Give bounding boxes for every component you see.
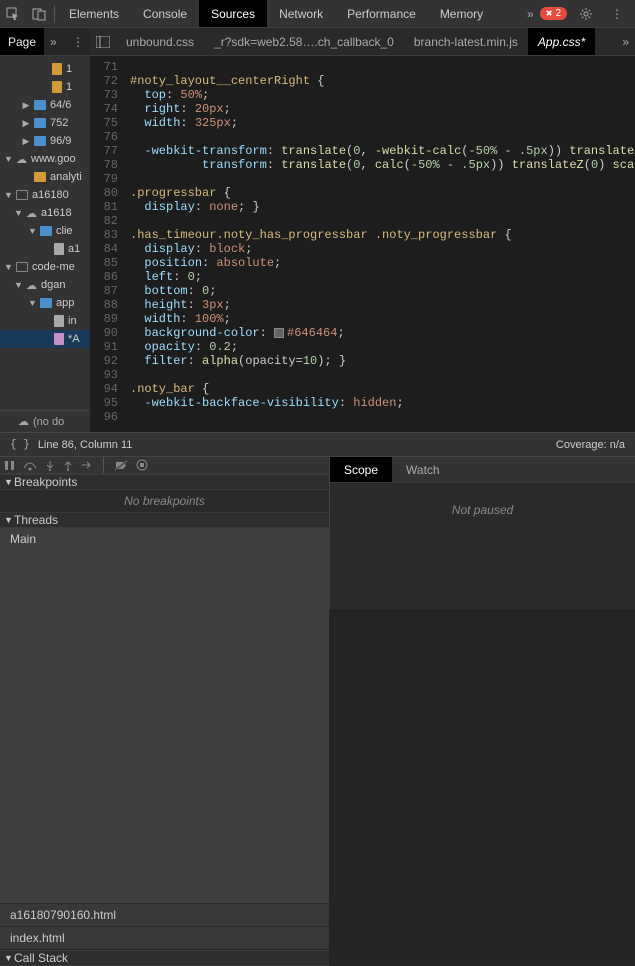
file-tabs: unbound.css_r?sdk=web2.58….ch_callback_0… (90, 28, 635, 55)
file-tab[interactable]: _r?sdk=web2.58….ch_callback_0 (204, 28, 404, 55)
panel-tab-performance[interactable]: Performance (335, 0, 428, 27)
panel-tab-console[interactable]: Console (131, 0, 199, 27)
debugger-panel: ▼ Breakpoints No breakpoints ▼ Threads M… (0, 456, 635, 609)
debugger-toolbar (0, 457, 329, 474)
tree-node[interactable]: ▼app (0, 294, 90, 312)
file-tree[interactable]: 11▶64/6▶752▶96/9▼☁www.gooanalyti▼a16180▼… (0, 56, 90, 410)
kebab-menu-icon[interactable]: ⋮ (605, 7, 629, 21)
tree-node[interactable]: ▼☁a1618 (0, 204, 90, 222)
threads-header[interactable]: ▼ Threads (0, 512, 329, 528)
deactivate-breakpoints-icon[interactable] (114, 460, 128, 471)
tree-node[interactable]: analyti (0, 168, 90, 186)
tree-node[interactable]: a1 (0, 240, 90, 258)
file-tab[interactable]: unbound.css (116, 28, 204, 55)
pause-icon[interactable] (4, 460, 15, 471)
tree-footer-item[interactable]: ☁ (no do (0, 410, 90, 432)
step-over-icon[interactable] (23, 460, 37, 471)
pretty-print-icon[interactable]: { } (10, 439, 30, 451)
callstack-header[interactable]: ▼ Call Stack (0, 950, 329, 966)
panel-tab-network[interactable]: Network (267, 0, 335, 27)
file-tabs-overflow-chevron[interactable]: » (616, 35, 635, 49)
tree-node[interactable]: ▼clie (0, 222, 90, 240)
breakpoints-header[interactable]: ▼ Breakpoints (0, 474, 329, 490)
devtools-topbar: ElementsConsoleSourcesNetworkPerformance… (0, 0, 635, 28)
scope-tab-scope[interactable]: Scope (330, 457, 392, 482)
tree-node[interactable]: *A (0, 330, 90, 348)
debugger-left: ▼ Breakpoints No breakpoints ▼ Threads M… (0, 457, 330, 609)
tree-node[interactable]: 1 (0, 60, 90, 78)
callstack-title: Call Stack (14, 951, 68, 965)
file-tab[interactable]: App.css* (528, 28, 595, 55)
collapse-triangle-icon: ▼ (4, 515, 14, 525)
tree-node[interactable]: ▶64/6 (0, 96, 90, 114)
navigator-kebab-icon[interactable]: ⋮ (66, 35, 90, 49)
not-paused-msg: Not paused (330, 483, 635, 537)
navigator-sidebar: 11▶64/6▶752▶96/9▼☁www.gooanalyti▼a16180▼… (0, 56, 90, 432)
tree-node[interactable]: in (0, 312, 90, 330)
thread-item[interactable]: a16180790160.html (0, 904, 329, 927)
code-content[interactable]: #noty_layout__centerRight { top: 50%; ri… (124, 56, 635, 432)
tree-node[interactable]: ▶752 (0, 114, 90, 132)
step-into-icon[interactable] (45, 460, 55, 471)
no-breakpoints-msg: No breakpoints (0, 490, 329, 512)
tree-node[interactable]: ▼☁dgan (0, 276, 90, 294)
page-tab[interactable]: Page (0, 28, 44, 55)
tree-footer-label: (no do (33, 416, 64, 428)
navigator-header: Page » ⋮ (0, 28, 90, 55)
panel-tab-sources[interactable]: Sources (199, 0, 267, 27)
sources-subheader: Page » ⋮ unbound.css_r?sdk=web2.58….ch_c… (0, 28, 635, 56)
settings-gear-icon[interactable] (573, 7, 599, 21)
code-editor[interactable]: 7172737475767778798081828384858687888990… (90, 56, 635, 432)
error-count-badge[interactable]: 2 (540, 7, 567, 20)
inspect-icon[interactable] (0, 7, 26, 21)
thread-item[interactable]: index.html (0, 927, 329, 950)
device-toggle-icon[interactable] (26, 7, 52, 21)
breakpoints-title: Breakpoints (14, 475, 77, 489)
cloud-icon: ☁ (18, 415, 29, 428)
step-icon[interactable] (81, 460, 93, 471)
main-area: 11▶64/6▶752▶96/9▼☁www.gooanalyti▼a16180▼… (0, 56, 635, 432)
file-tab[interactable]: branch-latest.min.js (404, 28, 528, 55)
navigator-overflow-chevron[interactable]: » (44, 35, 63, 49)
editor-statusbar: { } Line 86, Column 11 Coverage: n/a (0, 432, 635, 456)
panel-tab-memory[interactable]: Memory (428, 0, 495, 27)
tree-node[interactable]: ▼a16180 (0, 186, 90, 204)
tree-node[interactable]: ▼code-me (0, 258, 90, 276)
scope-tab-watch[interactable]: Watch (392, 457, 454, 482)
divider (54, 5, 55, 23)
tree-node[interactable]: ▶96/9 (0, 132, 90, 150)
divider (103, 457, 104, 473)
debugger-right: ScopeWatch Not paused (330, 457, 635, 609)
panel-tab-elements[interactable]: Elements (57, 0, 131, 27)
tree-node[interactable]: ▼☁www.goo (0, 150, 90, 168)
threads-title: Threads (14, 513, 58, 527)
scope-tabs: ScopeWatch (330, 457, 635, 483)
collapse-triangle-icon: ▼ (4, 953, 14, 963)
show-navigator-icon[interactable] (90, 36, 116, 48)
step-out-icon[interactable] (63, 460, 73, 471)
panel-tabs: ElementsConsoleSourcesNetworkPerformance… (57, 0, 521, 27)
cursor-position: Line 86, Column 11 (38, 439, 133, 451)
pause-on-exceptions-icon[interactable] (136, 459, 148, 471)
thread-item[interactable]: Main (0, 528, 329, 904)
collapse-triangle-icon: ▼ (4, 477, 14, 487)
coverage-status: Coverage: n/a (556, 439, 625, 451)
tree-node[interactable]: 1 (0, 78, 90, 96)
line-gutter: 7172737475767778798081828384858687888990… (90, 56, 124, 432)
more-tabs-chevron[interactable]: » (521, 7, 540, 21)
